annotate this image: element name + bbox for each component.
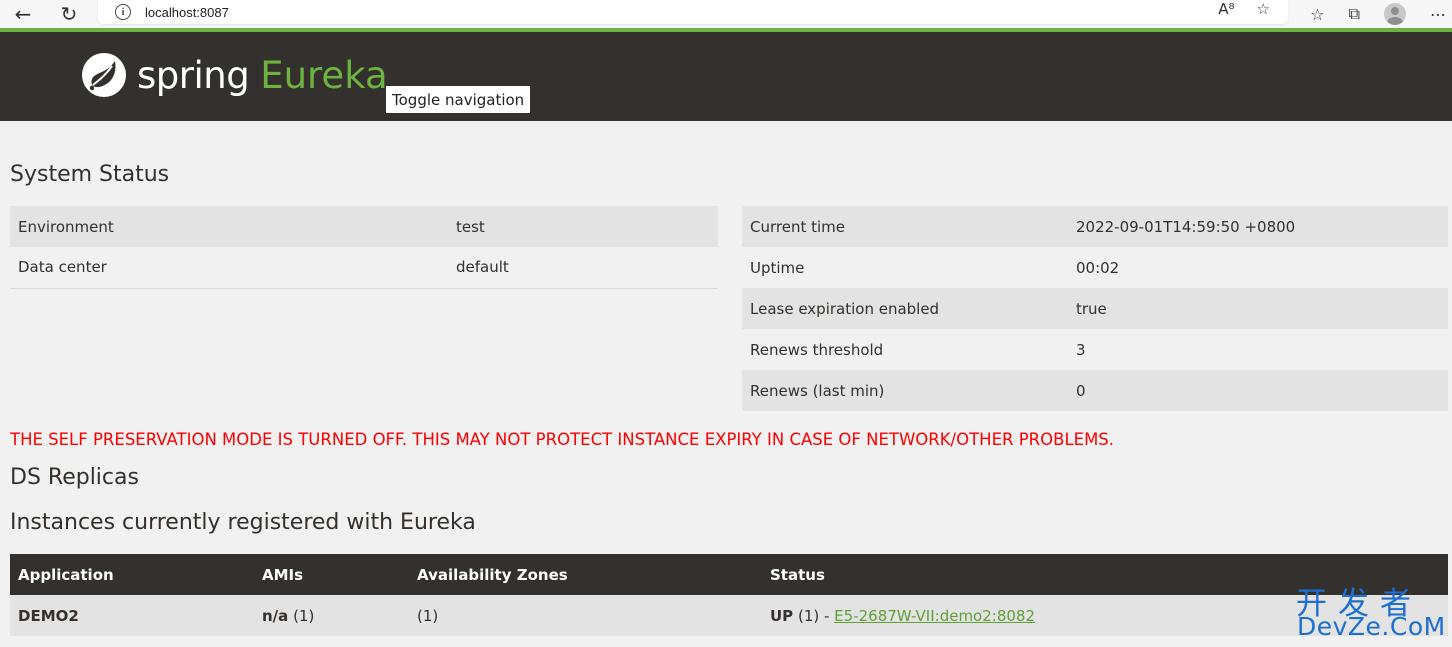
info-icon[interactable]: i xyxy=(115,4,131,20)
status-label: Uptime xyxy=(742,247,1068,288)
column-header-zones: Availability Zones xyxy=(409,554,762,595)
table-row: Renews threshold 3 xyxy=(742,329,1448,370)
system-status-right-table: Current time 2022-09-01T14:59:50 +0800 U… xyxy=(742,206,1448,411)
status-label: Lease expiration enabled xyxy=(742,288,1068,329)
site-header: spring Eureka Toggle navigation xyxy=(0,32,1452,121)
status-label: Data center xyxy=(10,247,448,289)
table-row: Environment test xyxy=(10,206,718,247)
instance-link[interactable]: E5-2687W-VII:demo2:8082 xyxy=(834,607,1035,625)
amis-count: (1) xyxy=(293,606,315,625)
self-preservation-warning: THE SELF PRESERVATION MODE IS TURNED OFF… xyxy=(10,430,1115,449)
status-count: (1) - xyxy=(797,606,835,625)
collections-icon[interactable]: ⧉ xyxy=(1349,4,1360,24)
logo-word-eureka: Eureka xyxy=(260,53,388,97)
toggle-navigation-button[interactable]: Toggle navigation xyxy=(386,86,531,113)
status-value: 0 xyxy=(1068,370,1448,411)
status-value: default xyxy=(448,247,718,289)
address-bar[interactable]: i localhost:8087 A⁸ ☆ xyxy=(98,0,1288,24)
table-row: DEMO2 n/a (1) (1) UP (1) - E5-2687W-VII:… xyxy=(10,595,1448,636)
refresh-icon[interactable]: ↻ xyxy=(56,2,82,26)
browser-toolbar: ← ↻ i localhost:8087 A⁸ ☆ ☆ ⧉ ⋯ xyxy=(0,0,1452,28)
instance-application: DEMO2 xyxy=(10,595,254,636)
column-header-amis: AMIs xyxy=(254,554,409,595)
profile-avatar[interactable] xyxy=(1384,3,1406,25)
table-row: Lease expiration enabled true xyxy=(742,288,1448,329)
spring-leaf-icon xyxy=(82,53,126,97)
read-aloud-icon[interactable]: A⁸ xyxy=(1218,0,1234,18)
spring-eureka-logo[interactable]: spring Eureka xyxy=(81,52,388,98)
add-favorite-icon[interactable]: ☆ xyxy=(1257,0,1270,18)
status-value: test xyxy=(448,206,718,247)
instances-title: Instances currently registered with Eure… xyxy=(10,510,476,535)
column-header-application: Application xyxy=(10,554,254,595)
amis-label: n/a xyxy=(262,606,289,625)
table-row: Data center default xyxy=(10,247,718,289)
status-value: 3 xyxy=(1068,329,1448,370)
status-value: 00:02 xyxy=(1068,247,1448,288)
instance-zones: (1) xyxy=(409,595,762,636)
system-status-left-table: Environment test Data center default xyxy=(10,206,718,289)
status-label: UP xyxy=(770,606,794,625)
address-url[interactable]: localhost:8087 xyxy=(145,5,229,20)
instance-status: UP (1) - E5-2687W-VII:demo2:8082 xyxy=(762,595,1448,636)
status-label: Renews (last min) xyxy=(742,370,1068,411)
system-status-title: System Status xyxy=(10,162,170,187)
table-row: Renews (last min) 0 xyxy=(742,370,1448,411)
table-row: Current time 2022-09-01T14:59:50 +0800 xyxy=(742,206,1448,247)
instances-table: Application AMIs Availability Zones Stat… xyxy=(10,554,1448,636)
more-menu-icon[interactable]: ⋯ xyxy=(1430,5,1446,24)
status-label: Environment xyxy=(10,206,448,247)
instance-amis: n/a (1) xyxy=(254,595,409,636)
status-value: true xyxy=(1068,288,1448,329)
status-value: 2022-09-01T14:59:50 +0800 xyxy=(1068,206,1448,247)
favorites-icon[interactable]: ☆ xyxy=(1310,5,1324,24)
logo-word-spring: spring xyxy=(137,53,250,97)
ds-replicas-title: DS Replicas xyxy=(10,465,139,490)
back-arrow-icon[interactable]: ← xyxy=(10,2,36,26)
status-label: Renews threshold xyxy=(742,329,1068,370)
column-header-status: Status xyxy=(762,554,1448,595)
status-label: Current time xyxy=(742,206,1068,247)
table-row: Uptime 00:02 xyxy=(742,247,1448,288)
table-header-row: Application AMIs Availability Zones Stat… xyxy=(10,554,1448,595)
